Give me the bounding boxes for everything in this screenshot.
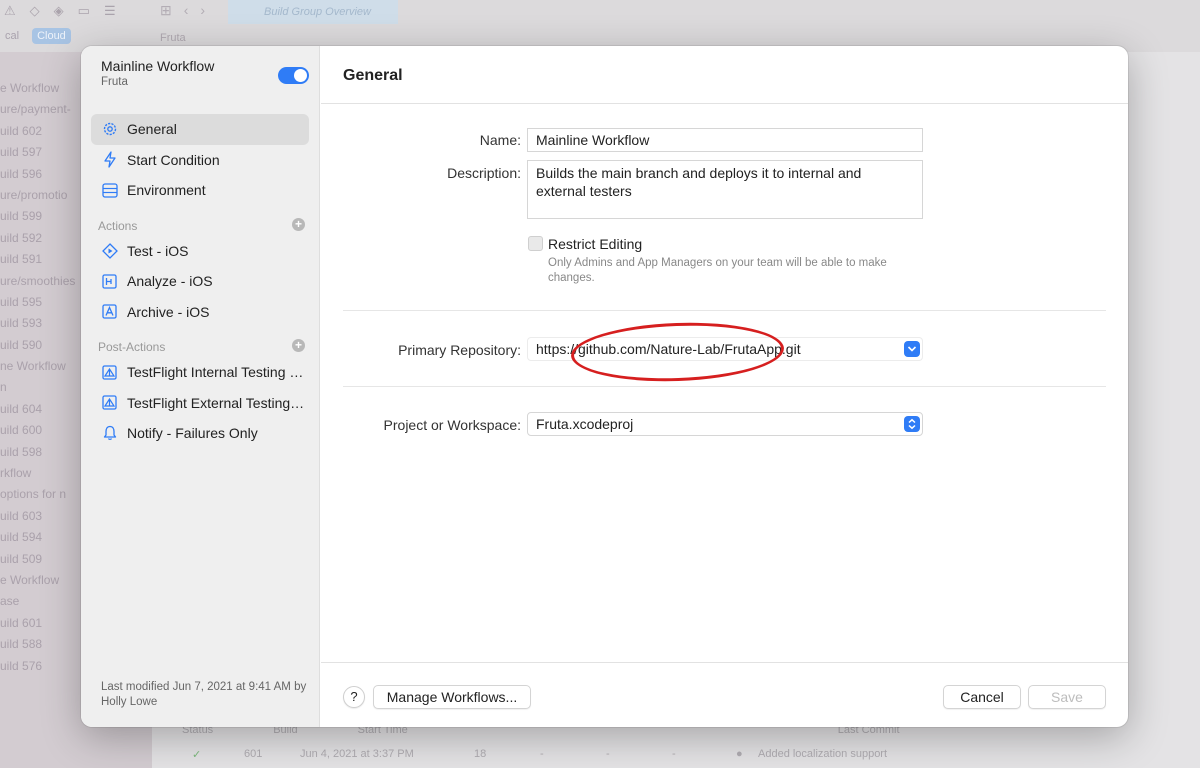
section-label: Post-Actions	[98, 340, 166, 354]
sidebar-item-label: TestFlight External Testing - iOS	[127, 394, 307, 411]
actions-section-header: Actions +	[91, 206, 309, 236]
background-nav-buttons: ⊞ ‹ ›	[160, 2, 205, 19]
project-workspace-value: Fruta.xcodeproj	[536, 416, 634, 432]
workflow-nav: General Start Condition Environment Acti…	[91, 114, 309, 449]
workflow-enabled-toggle[interactable]	[278, 67, 309, 84]
sidebar-item-testflight-internal[interactable]: TestFlight Internal Testing - iOS	[91, 357, 309, 388]
content-header: General	[321, 46, 1128, 104]
up-down-chevron-icon	[904, 416, 920, 432]
workflow-editor-dialog: Mainline Workflow Fruta General Start Co…	[81, 46, 1128, 727]
sidebar-item-label: Analyze - iOS	[127, 273, 213, 290]
sidebar-item-testflight-external[interactable]: TestFlight External Testing - iOS	[91, 388, 309, 419]
primary-repository-label: Primary Repository:	[398, 342, 521, 358]
list-icon: ☰	[103, 3, 116, 18]
sidebar-item-environment[interactable]: Environment	[91, 175, 309, 206]
sidebar-item-label: Environment	[127, 182, 206, 199]
sidebar-item-notify[interactable]: Notify - Failures Only	[91, 418, 309, 449]
workflow-sidebar: Mainline Workflow Fruta General Start Co…	[81, 46, 320, 727]
sidebar-item-test-ios[interactable]: Test - iOS	[91, 236, 309, 267]
general-settings-pane: General Name: Mainline Workflow Descript…	[321, 46, 1128, 727]
diamond-icon: ◇	[29, 3, 40, 18]
background-breadcrumb: Fruta	[160, 32, 186, 44]
cancel-button[interactable]: Cancel	[943, 685, 1021, 709]
warning-icon: ⚠	[4, 3, 16, 18]
sidebar-item-label: Archive - iOS	[127, 303, 210, 320]
tag-icon: ◈	[53, 3, 64, 18]
dialog-footer: ? Manage Workflows... Cancel Save	[321, 662, 1128, 727]
name-label: Name:	[479, 132, 521, 148]
sidebar-item-archive-ios[interactable]: Archive - iOS	[91, 297, 309, 328]
chevron-right-icon: ›	[200, 2, 206, 18]
add-post-action-button[interactable]: +	[292, 339, 305, 352]
red-annotation-circle	[570, 319, 785, 385]
sidebar-item-label: Notify - Failures Only	[127, 425, 258, 442]
workflow-header: Mainline Workflow Fruta	[101, 58, 214, 88]
gear-icon	[101, 121, 118, 138]
segment-cloud: Cloud	[32, 28, 71, 44]
testflight-icon	[101, 364, 118, 381]
save-button[interactable]: Save	[1028, 685, 1106, 709]
avatar: ●	[736, 748, 743, 760]
restrict-editing-checkbox[interactable]	[528, 236, 543, 251]
segment-local: cal	[5, 30, 20, 42]
rect-icon: ▭	[77, 3, 90, 18]
manage-workflows-button[interactable]: Manage Workflows...	[373, 685, 531, 709]
description-label: Description:	[447, 165, 521, 181]
post-actions-section-header: Post-Actions +	[91, 327, 309, 357]
sidebar-item-label: General	[127, 121, 177, 138]
sidebar-item-label: Start Condition	[127, 151, 220, 168]
testflight-icon	[101, 394, 118, 411]
divider	[343, 310, 1106, 311]
server-icon	[101, 182, 118, 199]
chevron-down-icon	[904, 341, 920, 357]
page-title: General	[343, 67, 403, 84]
restrict-editing-label: Restrict Editing	[548, 236, 643, 252]
background-toolbar-icons: ⚠ ◇ ◈ ▭ ☰	[4, 3, 116, 19]
toggle-knob	[294, 69, 307, 82]
sidebar-item-label: TestFlight Internal Testing - iOS	[127, 364, 307, 381]
bolt-icon	[101, 151, 118, 168]
workflow-subtitle: Fruta	[101, 76, 128, 88]
chevron-left-icon: ‹	[183, 2, 189, 18]
restrict-editing-help: Only Admins and App Managers on your tea…	[548, 257, 887, 284]
analyze-icon	[101, 273, 118, 290]
grid-icon: ⊞	[160, 2, 172, 18]
background-tab: Build Group Overview	[228, 0, 398, 24]
help-button[interactable]: ?	[343, 686, 365, 708]
table-row: ✓ 601 Jun 4, 2021 at 3:37 PM 18 - - - ● …	[192, 748, 888, 761]
project-workspace-select[interactable]: Fruta.xcodeproj	[527, 412, 923, 436]
project-workspace-label: Project or Workspace:	[383, 417, 521, 433]
sidebar-item-general[interactable]: General	[91, 114, 309, 145]
sidebar-item-start-condition[interactable]: Start Condition	[91, 145, 309, 176]
background-segmented-control: cal Cloud	[0, 28, 71, 44]
sidebar-item-label: Test - iOS	[127, 242, 189, 259]
divider	[343, 386, 1106, 387]
workflow-title: Mainline Workflow	[101, 58, 215, 74]
last-modified-text: Last modified Jun 7, 2021 at 9:41 AM by …	[101, 681, 307, 708]
sidebar-item-analyze-ios[interactable]: Analyze - iOS	[91, 266, 309, 297]
description-field[interactable]: Builds the main branch and deploys it to…	[527, 160, 923, 219]
section-label: Actions	[98, 218, 138, 233]
archive-icon	[101, 303, 118, 320]
background-table: Status Build Start Time Last Commit ✓ 60…	[152, 720, 1200, 768]
bell-icon	[101, 425, 118, 442]
add-action-button[interactable]: +	[292, 217, 305, 231]
name-field[interactable]: Mainline Workflow	[527, 128, 923, 152]
play-icon	[101, 242, 118, 259]
status-ok-icon: ✓	[192, 749, 202, 761]
